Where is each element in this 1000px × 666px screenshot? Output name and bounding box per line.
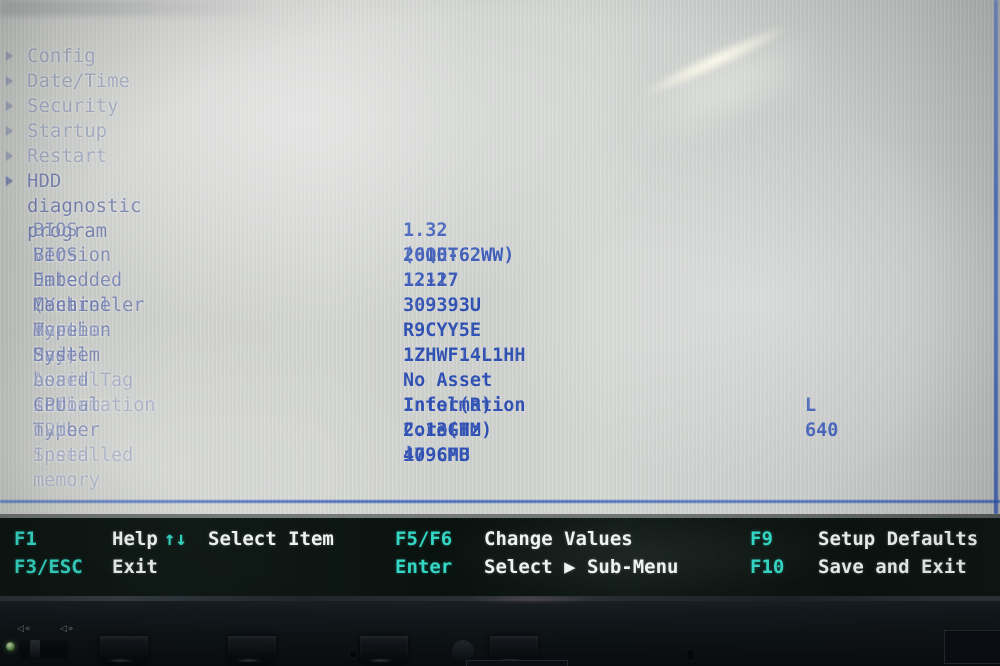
- glare-halo: [563, 0, 887, 206]
- power-led-indicator: [6, 642, 15, 651]
- info-value: 2.13GHz: [403, 420, 481, 441]
- bezel-panel-seam: [466, 660, 568, 666]
- fkey-f3-esc-desc: Exit: [112, 556, 158, 578]
- submenu-arrow-icon: [6, 76, 13, 86]
- volume-slider[interactable]: [18, 638, 70, 660]
- fkey-enter[interactable]: Enter: [395, 554, 452, 580]
- fkey-f1-desc: Help: [112, 528, 158, 550]
- info-value: R9CYY5E: [403, 320, 481, 341]
- horizontal-rule: [0, 500, 1000, 503]
- info-value: 1ZHWF14L1HH: [403, 345, 526, 366]
- info-value: 4096MB: [403, 445, 470, 466]
- keyboard-key[interactable]: [100, 636, 148, 666]
- menu-item-label: Security: [27, 95, 119, 117]
- volume-up-icon: ◁»: [60, 624, 75, 634]
- menu-item-label: Restart: [27, 145, 108, 167]
- volume-down-icon: ◁«: [17, 624, 32, 634]
- right-border-rule: [994, 0, 998, 514]
- fkey-f5-f6[interactable]: F5/F6: [395, 526, 452, 552]
- fkey-enter-desc: Select ▶ Sub-Menu: [484, 556, 679, 578]
- fkey-f1[interactable]: F1: [14, 526, 37, 552]
- submenu-arrow-icon: [6, 51, 13, 61]
- fkey-f5-f6-desc: Change Values: [484, 528, 633, 550]
- keyboard-key[interactable]: [228, 636, 276, 666]
- select-item-desc: Select Item: [208, 528, 334, 550]
- fkey-f9-desc: Setup Defaults: [818, 528, 979, 550]
- trackpad-button-edge[interactable]: [452, 640, 474, 662]
- bezel-right-panel: [944, 630, 1000, 664]
- info-value-cpu-model: L 640: [805, 395, 839, 441]
- up-down-arrow-icon: ↑↓: [164, 528, 187, 550]
- glare-streak: [605, 0, 825, 122]
- top-glare-band: [0, 0, 330, 16]
- bios-setup-photo: Config Date/Time Security Startup Restar…: [0, 0, 1000, 666]
- fkey-f9[interactable]: F9: [750, 526, 773, 552]
- bezel-screw-hole: [349, 650, 358, 659]
- menu-item-label: Date/Time: [27, 70, 130, 92]
- info-label: Installed memory: [33, 445, 134, 491]
- bios-screen: Config Date/Time Security Startup Restar…: [0, 0, 1000, 514]
- menu-item-label: Startup: [27, 120, 108, 142]
- submenu-arrow-icon: [6, 126, 13, 136]
- keyboard-key[interactable]: [360, 636, 408, 666]
- laptop-bezel: ◁« ◁»: [0, 596, 1000, 666]
- submenu-arrow-icon: [6, 151, 13, 161]
- volume-slider-knob[interactable]: [30, 640, 40, 658]
- fkey-f10[interactable]: F10: [750, 554, 784, 580]
- info-value: 309393U: [403, 295, 481, 316]
- function-key-bar: F1 Help ↑↓ Select Item F5/F6 Change Valu…: [0, 514, 1000, 596]
- submenu-arrow-icon: [6, 176, 13, 186]
- bezel-latch-slot: [686, 648, 695, 662]
- menu-item-label: Config: [27, 45, 96, 67]
- bezel-reflection: [430, 596, 630, 602]
- info-value: 1.12: [403, 270, 448, 291]
- fkey-f10-desc: Save and Exit: [818, 556, 967, 578]
- submenu-arrow-icon: [6, 101, 13, 111]
- fkey-f3-esc[interactable]: F3/ESC: [14, 554, 83, 580]
